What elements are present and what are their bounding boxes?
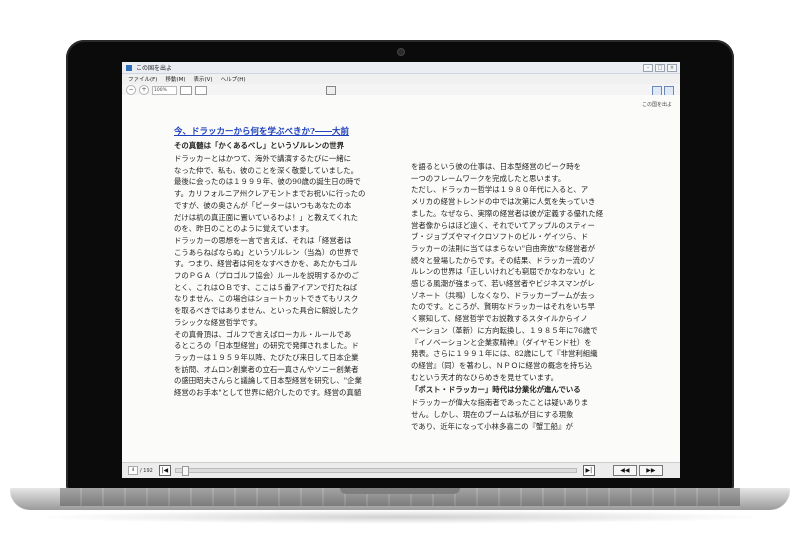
zoom-out-button[interactable]: −: [126, 85, 136, 95]
maximize-button[interactable]: □: [655, 63, 665, 72]
next-page-button[interactable]: ▶▶: [638, 465, 663, 476]
text-line: せん。しかし、現在のブームは私が目にする現象: [411, 410, 574, 420]
prev-page-button[interactable]: ◀◀: [612, 465, 637, 476]
text-line: の経営』（同）を著わし、ＮＰＯに経営の概念を持ち込: [411, 360, 593, 370]
text-line: たのです。ところが、賢明なドラッカーはそれをいち早: [411, 302, 595, 312]
fit-page-button[interactable]: [195, 85, 207, 95]
left-column: 今、ドラッカーから何を学ぶべきか?――大前その真髄は「かくあるべし」というゾルレ…: [174, 125, 365, 399]
text-line: ドラッカーの思想を一言で言えば、それは「経営者は: [174, 235, 352, 245]
status-bar: 4 / 192 |◀ ▶| ◀◀ ▶▶: [122, 462, 680, 478]
page-number-input[interactable]: 4: [128, 466, 138, 475]
text-line: メリカの経営トレンドの中では次第に人気を失っていき: [411, 197, 596, 207]
text-line: の盛田昭夫さんらと議論して日本型経営を研究し、"企業: [174, 376, 362, 386]
text-line: ラシックな経営哲学です。: [174, 317, 262, 327]
text-line: ただし、ドラッカー哲学は１９８０年代に入ると、ア: [411, 185, 589, 195]
text-line: 一つのフレームワークを完成したと思います。: [411, 173, 566, 183]
right-column: を語るという彼の仕事は、日本型経営のピーク時を 一つのフレームワークを完成したと思…: [411, 161, 603, 432]
hinge: [340, 488, 460, 494]
text-line: 経営のお手本"として世界に紹介したのです。経営の真髄: [174, 388, 362, 398]
menu-move[interactable]: 移動(M): [165, 75, 185, 83]
text-line: 最後に会ったのは１９９９年、彼の90歳の誕生日の時で: [174, 177, 361, 187]
screen: この国を出よ – □ × ファイル(F) 移動(M) 表示(V) ヘルプ(H) …: [122, 62, 680, 478]
text-line: 感じる風潮が強まって、若い経営者やビジネスマンがレ: [411, 279, 595, 289]
text-line: であり、近年になって小林多喜二の『蟹工船』が: [411, 421, 573, 431]
first-page-button[interactable]: |◀: [158, 465, 171, 476]
text-line: るところの「日本型経営」の研究で発揮されました。ド: [174, 341, 359, 351]
menu-view[interactable]: 表示(V): [194, 75, 213, 83]
text-line: 『イノベーションと企業家精神』（ダイヤモンド社）を: [411, 337, 592, 347]
text-line: ですが、彼の奥さんが「ピーターはいつもあなたの本: [174, 200, 352, 210]
text-line: なった仲で、私も、彼のことを深く敬愛していました。: [174, 165, 359, 175]
text-line: むという天才的なひらめきを見せています。: [411, 372, 559, 382]
zoom-select[interactable]: 100%: [152, 85, 177, 95]
last-page-button[interactable]: ▶|: [582, 465, 595, 476]
text-line: す。つまり、経営者は何をなすべきかを、あたかもゴル: [174, 259, 358, 269]
app-icon: [126, 64, 132, 71]
text-line: ドラッカーが偉大な指南者であったことは疑いありま: [411, 398, 589, 408]
page-slider[interactable]: [174, 466, 577, 476]
text-line: ドラッカーとはかつて、海外で講演するたびに一緒に: [174, 154, 352, 163]
close-button[interactable]: ×: [667, 63, 677, 72]
minimize-button[interactable]: –: [643, 63, 653, 72]
text-line: く察知して、経営哲学でお説教するスタイルからイノ: [411, 314, 588, 324]
section-heading: その真髄は「かくあるべし」というゾルレンの世界: [174, 141, 344, 150]
text-line: ルレンの世界は「正しいけれども窮屈でかなわない」と: [411, 267, 596, 277]
text-line: を語るという彼の仕事は、日本型経営のピーク時を: [411, 162, 581, 171]
text-line: 発表。さらに１９９１年には、82歳にして『非営利組織: [411, 349, 598, 359]
slider-knob[interactable]: [181, 466, 189, 476]
chapter-link[interactable]: 今、ドラッカーから何を学ぶべきか?――大前: [174, 125, 365, 139]
camera: [397, 48, 405, 56]
text-line: なりません、この場合はショートカットできてもリスク: [174, 294, 359, 304]
text-line: だけは机の真正面に置いているわよ！」と教えてくれた: [174, 212, 358, 222]
text-line: ベーション（革新）に方向転換し、１９８５年に76歳で: [411, 325, 598, 335]
text-line: フのＰＧＡ（プロゴルフ協会）ルールを説明するかのご: [174, 271, 359, 281]
text-line: ました。なぜなら、実際の経営者は彼が定義する優れた経: [411, 208, 604, 218]
title-bar: この国を出よ – □ ×: [122, 62, 680, 74]
text-line: 営者像からはほど遠く、それでいてアップルのスティー: [411, 220, 595, 230]
running-head: この国を出よ: [641, 102, 672, 108]
window-title: この国を出よ: [136, 65, 173, 72]
page-nav-group: ◀◀ ▶▶: [612, 465, 663, 476]
text-line: す。カリフォルニア州クレアモントまでお祝いに行ったの: [174, 189, 366, 199]
section-heading: 「ポスト・ドラッカー」時代は分業化が進んでいる: [411, 385, 581, 395]
shadow: [30, 510, 770, 524]
menu-file[interactable]: ファイル(F): [128, 75, 157, 83]
window-controls: – □ ×: [643, 63, 680, 72]
text-line: ブ・ジョブズやマイクロソフトのビル・ゲイツら、ド: [411, 232, 589, 242]
text-line: ゾネート（共鳴）しなくなり、ドラッカーブームが去っ: [411, 290, 595, 300]
menu-help[interactable]: ヘルプ(H): [221, 75, 246, 83]
text-line: その真骨頂は、ゴルフで言えばローカル・ルールであ: [174, 329, 352, 339]
page-total: / 192: [140, 467, 153, 474]
text-line: とく、これはＯＢです、ここは５番アイアンで打たねば: [174, 282, 358, 292]
text-line: ラッカーの法則に当てはまらない"自由奔放"な経営者が: [411, 243, 596, 253]
zoom-in-button[interactable]: +: [139, 85, 149, 95]
text-line: こうあらねばならぬ」というゾルレン（当為）の世界で: [174, 247, 359, 257]
copy-icon[interactable]: [326, 86, 336, 95]
document-page: この国を出よ 今、ドラッカーから何を学ぶべきか?――大前その真髄は「かくあるべし…: [122, 95, 680, 463]
text-line: 続々と登場したからです。その結果、ドラッカー流のゾ: [411, 255, 595, 265]
two-page-button[interactable]: [180, 85, 192, 95]
text-line: ラッカーは１９５９年以降、たびたび来日して日本企業: [174, 352, 359, 362]
text-line: のを、昨日のことのように覚えています。: [174, 224, 314, 234]
text-line: を取るべきではありません、といった具合に解説したク: [174, 306, 359, 316]
text-line: を訪問、オムロン創業者の立石一真さんやソニー創業者: [174, 364, 359, 374]
menu-bar: ファイル(F) 移動(M) 表示(V) ヘルプ(H): [122, 74, 680, 84]
